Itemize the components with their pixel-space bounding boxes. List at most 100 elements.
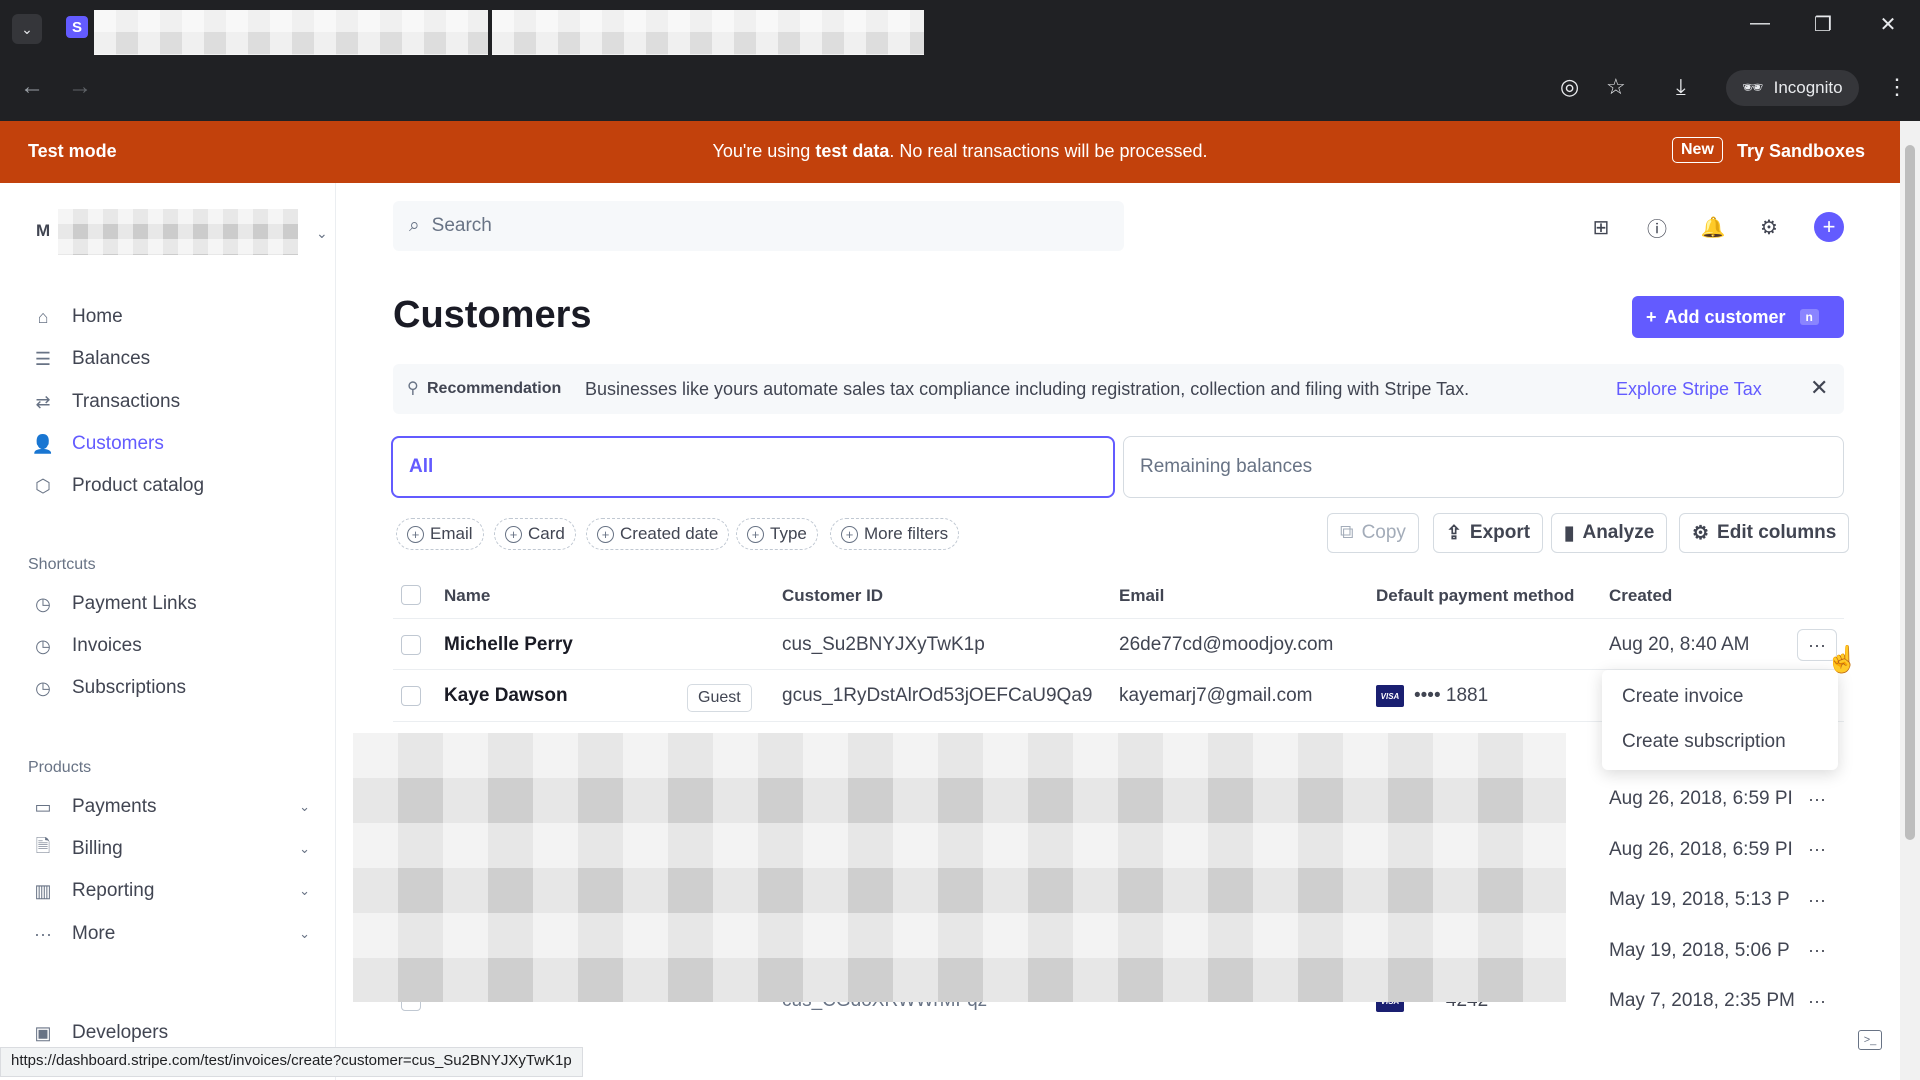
test-mode-message: You're using test data. No real transact… [712,141,1208,161]
customer-name[interactable]: Kaye Dawson [444,685,568,707]
minimize-icon[interactable]: — [1740,12,1780,35]
sidebar-item-label: Invoices [72,635,142,656]
bell-icon[interactable]: 🔔 [1698,212,1728,242]
filter-email[interactable]: + Email [396,518,484,550]
incognito-indicator[interactable]: 🕶 Incognito [1726,70,1859,106]
forward-icon[interactable]: → [68,73,92,101]
sidebar-item-transactions[interactable]: ⇄ Transactions [30,386,310,418]
sidebar-item-developers[interactable]: ▣ Developers [30,1017,310,1049]
customer-created: Aug 20, 8:40 AM [1609,634,1750,655]
sidebar-item-reporting[interactable]: ▥ Reporting ⌄ [30,875,310,907]
sidebar-item-balances[interactable]: ☰ Balances [30,343,310,375]
close-icon[interactable]: ✕ [1810,375,1828,401]
sidebar-item-label: Billing [72,838,123,859]
row-actions-button[interactable]: ··· [1797,985,1837,1017]
customer-email: kayemarj7@gmail.com [1119,685,1313,706]
redacted-account-name [58,209,298,255]
edit-columns-label: Edit columns [1717,522,1837,543]
row-actions-button[interactable]: ··· [1797,934,1837,966]
column-header-name[interactable]: Name [444,586,490,606]
sidebar-item-billing[interactable]: 🗎 Billing ⌄ [30,833,310,865]
link-preview-status: https://dashboard.stripe.com/test/invoic… [0,1047,583,1077]
search-icon: ⌕ [409,215,420,236]
download-icon[interactable]: ⤓ [1676,74,1686,100]
column-header-created[interactable]: Created [1609,586,1672,606]
home-icon: ⌂ [37,306,49,327]
billing-icon: 🗎 [35,836,51,856]
filter-label: Created date [620,524,719,543]
menu-item-create-invoice[interactable]: Create invoice [1622,686,1743,708]
search-input[interactable]: ⌕ Search [393,201,1124,251]
chevron-down-icon: ⌄ [299,841,310,856]
filter-more[interactable]: + More filters [830,518,960,550]
chevron-down-icon: ⌄ [316,225,328,241]
sidebar-item-payments[interactable]: ▭ Payments ⌄ [30,791,310,823]
filter-label: Card [528,524,565,543]
create-plus-icon[interactable]: + [1814,212,1844,242]
column-header-payment-method[interactable]: Default payment method [1376,586,1574,606]
menu-item-create-subscription[interactable]: Create subscription [1622,731,1786,753]
shortcuts-heading: Shortcuts [28,556,96,573]
transactions-icon: ⇄ [35,391,51,412]
select-all-checkbox[interactable] [401,585,421,605]
customer-created: Aug 26, 2018, 6:59 PI [1609,788,1793,809]
sidebar-item-product-catalog[interactable]: ⬡ Product catalog [30,470,310,502]
chevron-down-icon: ⌄ [299,926,310,941]
page-scrollbar[interactable] [1900,121,1920,1080]
sidebar-item-label: Customers [72,433,164,454]
visa-card-icon: VISA [1376,685,1404,707]
browser-menu-icon[interactable]: ⋮ [1886,74,1908,100]
tab-list-chevron-icon[interactable]: ⌄ [12,14,42,44]
sidebar-item-home[interactable]: ⌂ Home [30,301,310,333]
new-badge: New [1672,137,1723,163]
apps-icon[interactable]: ⊞ [1586,212,1616,242]
sidebar-item-subscriptions[interactable]: ◷ Subscriptions [30,672,310,704]
clock-icon: ◷ [35,677,51,698]
eye-off-icon[interactable]: ◎ [1560,74,1579,100]
edit-columns-button[interactable]: ⚙ Edit columns [1679,513,1850,553]
copy-button[interactable]: ⧉ Copy [1327,513,1419,553]
gear-icon[interactable]: ⚙ [1754,212,1784,242]
tab-all[interactable]: All [391,436,1115,498]
add-customer-button[interactable]: + Add customer n [1632,296,1844,338]
sidebar-item-payment-links[interactable]: ◷ Payment Links [30,588,310,620]
filter-card[interactable]: + Card [494,518,576,550]
customers-icon: 👤 [31,433,55,454]
sidebar-item-label: Reporting [72,880,155,901]
row-actions-button[interactable]: ··· [1797,833,1837,865]
restore-icon[interactable]: ❐ [1803,12,1843,37]
plus-circle-icon: + [597,525,614,543]
export-icon: ⇪ [1446,522,1462,544]
export-button[interactable]: ⇪ Export [1433,513,1544,553]
account-switcher[interactable]: M ⌄ [28,209,328,255]
product-catalog-icon: ⬡ [35,475,51,496]
sidebar-item-more[interactable]: ··· More ⌄ [30,918,310,950]
customer-name[interactable]: Michelle Perry [444,634,573,656]
column-header-customer-id[interactable]: Customer ID [782,586,883,606]
row-actions-button[interactable]: ··· [1797,783,1837,815]
try-sandboxes-link[interactable]: Try Sandboxes [1737,141,1865,162]
terminal-icon[interactable]: >_ [1858,1030,1882,1050]
sidebar-item-invoices[interactable]: ◷ Invoices [30,630,310,662]
row-actions-button[interactable]: ··· [1797,884,1837,916]
analyze-button[interactable]: ▮ Analyze [1551,513,1668,553]
copy-icon: ⧉ [1340,522,1354,543]
column-header-email[interactable]: Email [1119,586,1164,606]
help-icon[interactable]: ⓘ [1642,212,1672,242]
filter-created-date[interactable]: + Created date [586,518,730,550]
row-checkbox[interactable] [401,686,421,706]
close-window-icon[interactable]: ✕ [1868,12,1908,37]
back-icon[interactable]: ← [20,73,44,101]
filter-type[interactable]: + Type [736,518,818,550]
star-icon[interactable]: ☆ [1606,74,1626,100]
explore-stripe-tax-link[interactable]: Explore Stripe Tax [1616,379,1762,400]
redacted-rows [353,733,1566,1002]
copy-label: Copy [1361,522,1406,543]
tab-remaining-balances[interactable]: Remaining balances [1123,436,1844,498]
scrollbar-thumb[interactable] [1905,145,1915,840]
chevron-down-icon: ⌄ [299,799,310,814]
sidebar-item-label: More [72,923,116,944]
sidebar-item-customers[interactable]: 👤 Customers [30,428,310,460]
terminal-icon: ▣ [34,1022,52,1043]
row-checkbox[interactable] [401,635,421,655]
